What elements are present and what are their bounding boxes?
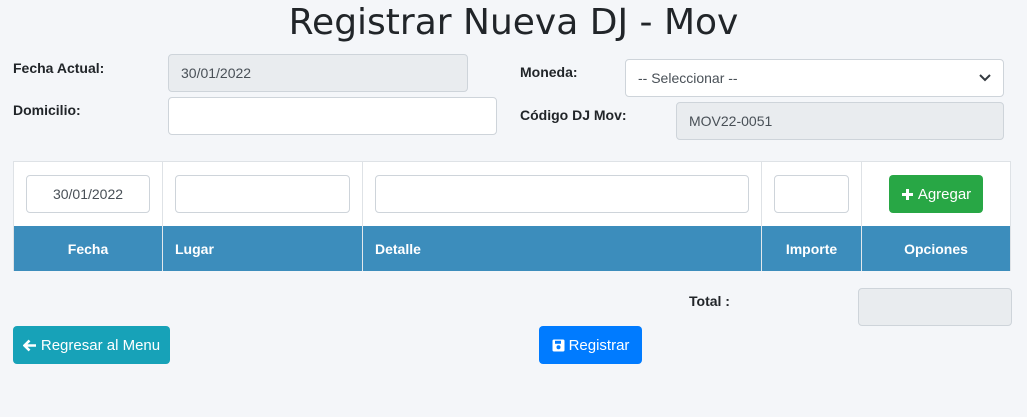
moneda-select[interactable]: -- Seleccionar -- (625, 59, 1004, 97)
back-to-menu-button[interactable]: Regresar al Menu (13, 326, 170, 364)
entry-cell-fecha: 30/01/2022 (14, 162, 163, 226)
header-lugar: Lugar (163, 226, 363, 271)
arrow-left-icon (22, 339, 37, 352)
register-button[interactable]: Registrar (539, 326, 642, 364)
total-label: Total : (689, 293, 730, 309)
entry-importe-input[interactable] (774, 175, 849, 213)
moneda-label: Moneda: (520, 64, 578, 80)
chevron-down-icon (979, 71, 991, 85)
save-icon (552, 339, 565, 352)
header-fecha: Fecha (14, 226, 163, 271)
header-opciones: Opciones (904, 240, 968, 257)
entry-cell-lugar (163, 162, 363, 226)
page-title: Registrar Nueva DJ - Mov (288, 2, 739, 43)
back-to-menu-label: Regresar al Menu (40, 336, 161, 354)
register-button-label: Registrar (568, 336, 630, 354)
header-importe: Importe (762, 226, 862, 271)
add-button-label: Agregar (917, 185, 972, 203)
codigo-field[interactable]: MOV22-0051 (676, 102, 1004, 140)
domicilio-input[interactable] (168, 97, 497, 135)
entry-lugar-input[interactable] (175, 175, 350, 213)
entry-cell-opciones: Agregar (862, 162, 1010, 226)
fecha-actual-field[interactable]: 30/01/2022 (168, 54, 468, 92)
total-field[interactable] (858, 288, 1012, 326)
plus-icon (901, 188, 914, 201)
table-header: Fecha Lugar Detalle Importe Opciones (14, 226, 1010, 271)
entry-fecha-input[interactable]: 30/01/2022 (26, 175, 150, 213)
entry-row: 30/01/2022 Agregar (14, 162, 1010, 226)
entry-cell-detalle (363, 162, 762, 226)
items-table: 30/01/2022 Agregar Fecha Lugar Detalle I… (13, 161, 1011, 271)
codigo-label: Código DJ Mov: (520, 107, 627, 123)
add-button[interactable]: Agregar (889, 175, 983, 213)
domicilio-label: Domicilio: (13, 102, 81, 118)
fecha-actual-label: Fecha Actual: (13, 60, 105, 76)
entry-cell-importe (762, 162, 862, 226)
moneda-select-value: -- Seleccionar -- (638, 70, 738, 86)
entry-detalle-input[interactable] (375, 175, 749, 213)
header-detalle: Detalle (363, 226, 762, 271)
